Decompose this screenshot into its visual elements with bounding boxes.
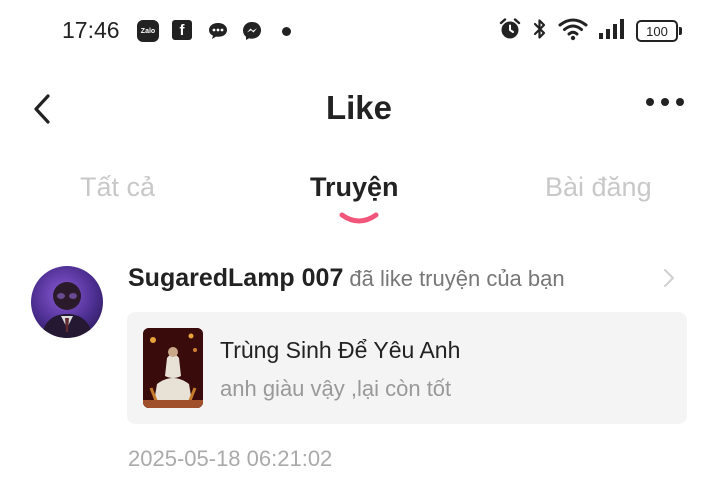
like-notification-item[interactable]: SugaredLamp 007 đã like truyện của bạn Tr…	[0, 256, 718, 486]
facebook-icon: f	[172, 20, 192, 40]
alarm-icon	[498, 17, 522, 46]
tab-stories[interactable]: Truyện	[310, 172, 399, 203]
tab-all[interactable]: Tất cả	[80, 172, 155, 203]
app-header: Like	[0, 80, 718, 140]
user-name[interactable]: SugaredLamp 007	[128, 264, 343, 292]
chevron-right-icon[interactable]	[662, 266, 676, 290]
active-tab-indicator	[339, 212, 379, 224]
avatar-portrait-image	[41, 282, 93, 338]
wifi-icon	[558, 17, 588, 46]
bluetooth-icon	[532, 17, 548, 46]
more-options-button[interactable]	[646, 98, 684, 106]
story-card[interactable]: Trùng Sinh Để Yêu Anh anh giàu vậy ,lại …	[127, 312, 687, 424]
signal-icon	[598, 18, 626, 45]
more-dots-icon	[661, 98, 669, 106]
status-time: 17:46	[62, 17, 120, 43]
status-bar: 17:46 Zalo f 100	[0, 0, 718, 64]
page-title: Like	[325, 89, 393, 126]
action-text: đã like truyện của bạn	[349, 266, 565, 291]
story-title: Trùng Sinh Để Yêu Anh	[220, 337, 461, 363]
notification-timestamp: 2025-05-18 06:21:02	[128, 446, 333, 471]
messenger-icon	[241, 20, 263, 42]
battery-icon: 100	[636, 20, 682, 42]
zalo-icon: Zalo	[137, 20, 159, 42]
notification-text: SugaredLamp 007 đã like truyện của bạn	[128, 264, 565, 293]
more-dots-icon	[646, 98, 654, 106]
tab-bar: Tất cả Truyện Bài đăng	[0, 170, 718, 236]
chat-bubble-icon	[207, 20, 229, 42]
more-dots-icon	[676, 98, 684, 106]
user-avatar[interactable]	[31, 266, 103, 338]
cover-art-image	[143, 328, 203, 408]
story-excerpt: anh giàu vậy ,lại còn tốt	[220, 376, 452, 401]
status-right-group: 100	[498, 17, 682, 46]
notification-dot-icon	[282, 27, 291, 36]
story-cover-image	[143, 328, 203, 408]
tab-posts[interactable]: Bài đăng	[545, 172, 652, 203]
